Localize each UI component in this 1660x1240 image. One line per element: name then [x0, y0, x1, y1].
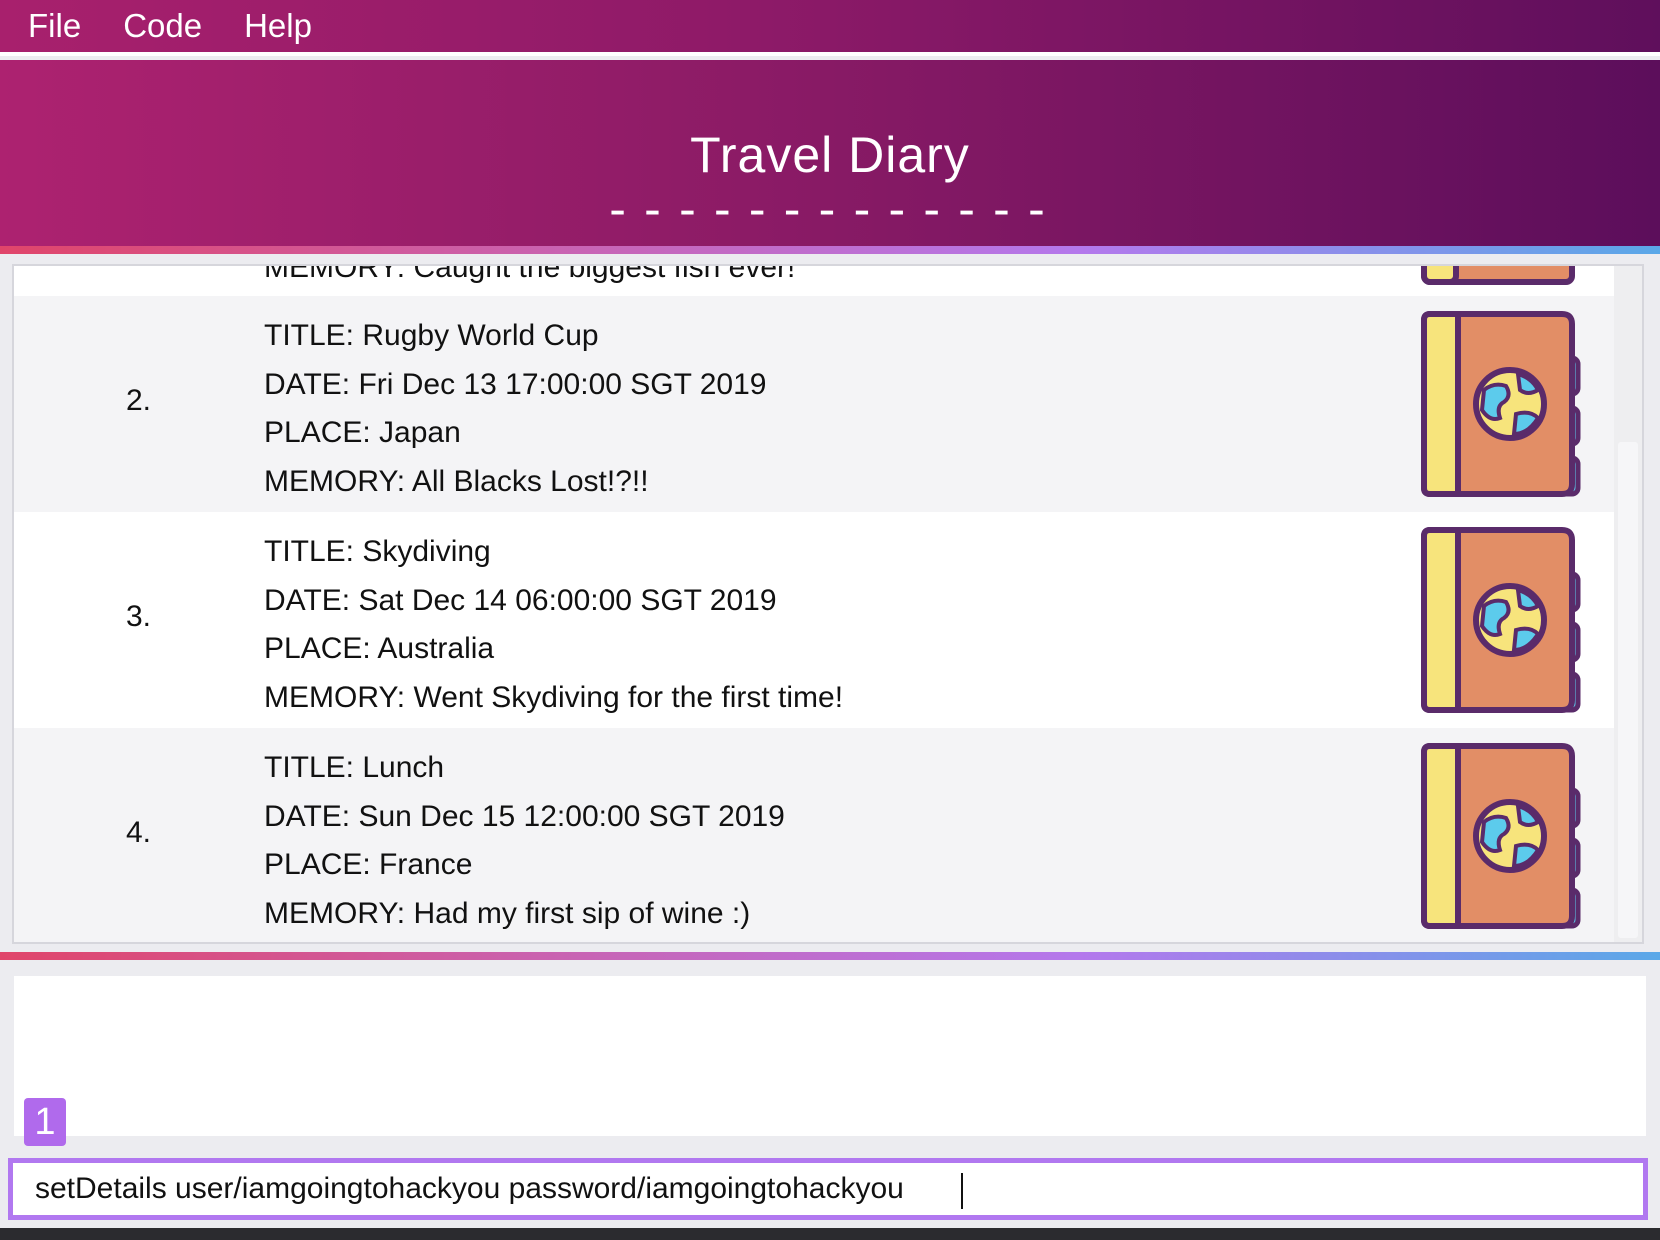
- list-item[interactable]: 3. TITLE: Skydiving DATE: Sat Dec 14 06:…: [14, 512, 1614, 728]
- passport-globe-icon: [1421, 266, 1575, 285]
- list-item[interactable]: 2. TITLE: Rugby World Cup DATE: Fri Dec …: [14, 296, 1614, 512]
- list-item[interactable]: 4. TITLE: Lunch DATE: Sun Dec 15 12:00:0…: [14, 728, 1614, 942]
- scrollbar-thumb[interactable]: [1618, 442, 1638, 938]
- result-display: [14, 976, 1646, 1136]
- scrollbar-track[interactable]: [1614, 266, 1642, 942]
- text-caret: [961, 1173, 963, 1209]
- entry-date: DATE: Sun Dec 15 12:00:00 SGT 2019: [264, 799, 785, 833]
- entry-title: TITLE: Skydiving: [264, 535, 491, 568]
- app-header: Travel Diary -------------: [0, 60, 1660, 246]
- entry-place: PLACE: France: [264, 848, 473, 881]
- header-divider: [0, 246, 1660, 254]
- entry-index: 3.: [126, 600, 152, 633]
- entry-date: DATE: Fri Dec 13 17:00:00 SGT 2019: [264, 367, 767, 401]
- entry-date: DATE: Sat Dec 14 06:00:00 SGT 2019: [264, 583, 777, 617]
- list-divider: [0, 952, 1660, 960]
- list-item[interactable]: MEMORY: Caught the biggest fish ever!: [14, 264, 1614, 300]
- window-bottom-edge: [0, 1228, 1660, 1240]
- entry-title: TITLE: Rugby World Cup: [264, 319, 599, 352]
- command-input[interactable]: [13, 1163, 1643, 1215]
- menu-code[interactable]: Code: [119, 7, 202, 45]
- passport-globe-icon: [1421, 527, 1581, 713]
- entry-index: 4.: [126, 816, 152, 849]
- command-box[interactable]: [8, 1158, 1648, 1220]
- notification-badge: 1: [24, 1098, 66, 1146]
- diary-list[interactable]: MEMORY: Caught the biggest fish ever! 2.…: [12, 264, 1644, 944]
- app-title: Travel Diary: [690, 127, 970, 183]
- entry-place: PLACE: Japan: [264, 416, 461, 449]
- menu-bar: File Code Help: [0, 0, 1660, 56]
- entry-index: 2.: [126, 384, 152, 417]
- entry-memory: MEMORY: Went Skydiving for the first tim…: [264, 680, 844, 714]
- entry-memory: MEMORY: Caught the biggest fish ever!: [264, 264, 796, 284]
- title-underline: -------------: [603, 182, 1057, 238]
- entry-place: PLACE: Australia: [264, 632, 495, 665]
- menu-file[interactable]: File: [24, 7, 81, 45]
- entry-memory: MEMORY: Had my first sip of wine :): [264, 896, 751, 930]
- passport-globe-icon: [1421, 311, 1581, 497]
- entry-memory: MEMORY: All Blacks Lost!?!!: [264, 464, 649, 498]
- entry-title: TITLE: Lunch: [264, 751, 445, 784]
- passport-globe-icon: [1421, 743, 1581, 929]
- menu-help[interactable]: Help: [240, 7, 312, 45]
